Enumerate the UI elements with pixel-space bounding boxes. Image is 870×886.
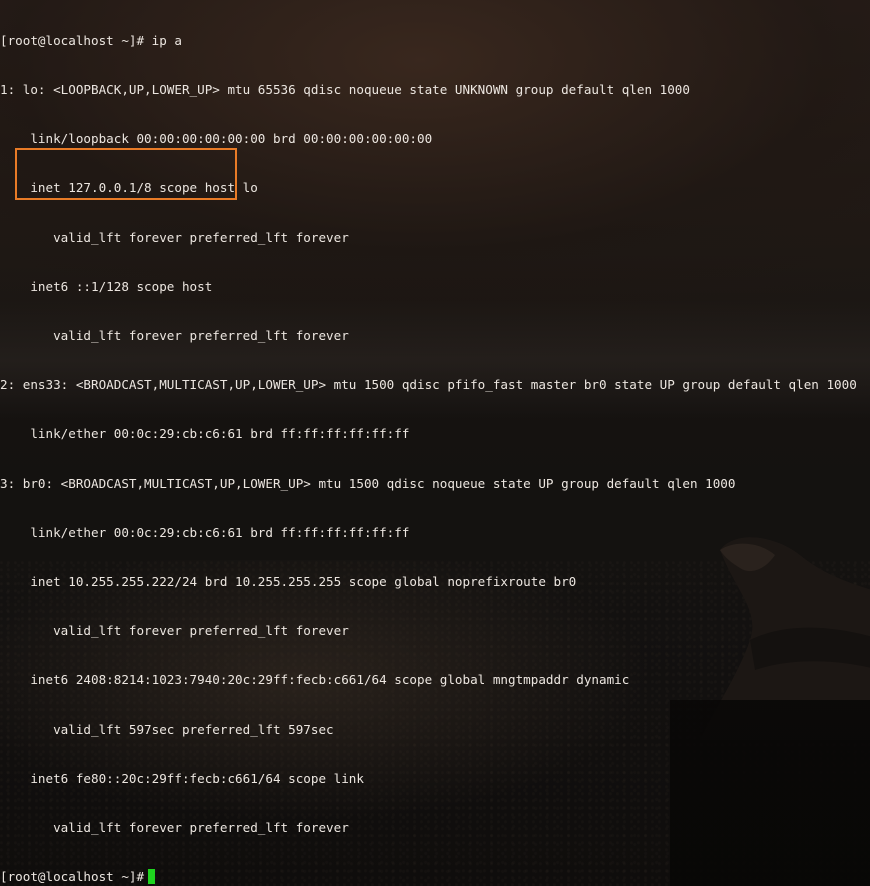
terminal-line: link/ether 00:0c:29:cb:c6:61 brd ff:ff:f… [0,524,410,540]
terminal-line: inet 10.255.255.222/24 brd 10.255.255.25… [0,574,577,590]
terminal-line: 2: ens33: <BROADCAST,MULTICAST,UP,LOWER_… [0,377,857,393]
command-prompt: [root@localhost ~]# [0,869,145,885]
terminal-output: [root@localhost ~]# ip a 1: lo: <LOOPBAC… [0,0,857,886]
terminal-line: valid_lft forever preferred_lft forever [0,229,349,245]
terminal-line: valid_lft 597sec preferred_lft 597sec [0,721,334,737]
terminal-line: 1: lo: <LOOPBACK,UP,LOWER_UP> mtu 65536 … [0,82,690,98]
terminal-line: link/loopback 00:00:00:00:00:00 brd 00:0… [0,131,433,147]
terminal-line: link/ether 00:0c:29:cb:c6:61 brd ff:ff:f… [0,426,410,442]
terminal-line: 3: br0: <BROADCAST,MULTICAST,UP,LOWER_UP… [0,475,736,491]
terminal-line: valid_lft forever preferred_lft forever [0,623,349,639]
terminal-line: inet6 ::1/128 scope host [0,278,213,294]
text-cursor [148,869,156,885]
terminal-line: [root@localhost ~]# ip a [0,32,182,48]
command-prompt-line[interactable]: [root@localhost ~]# [0,869,857,885]
terminal-line: inet6 2408:8214:1023:7940:20c:29ff:fecb:… [0,672,630,688]
terminal-line: valid_lft forever preferred_lft forever [0,820,349,836]
terminal-line: valid_lft forever preferred_lft forever [0,328,349,344]
highlight-annotation-box [15,148,237,200]
terminal-window[interactable]: [root@localhost ~]# ip a 1: lo: <LOOPBAC… [0,0,870,886]
terminal-line: inet6 fe80::20c:29ff:fecb:c661/64 scope … [0,770,364,786]
